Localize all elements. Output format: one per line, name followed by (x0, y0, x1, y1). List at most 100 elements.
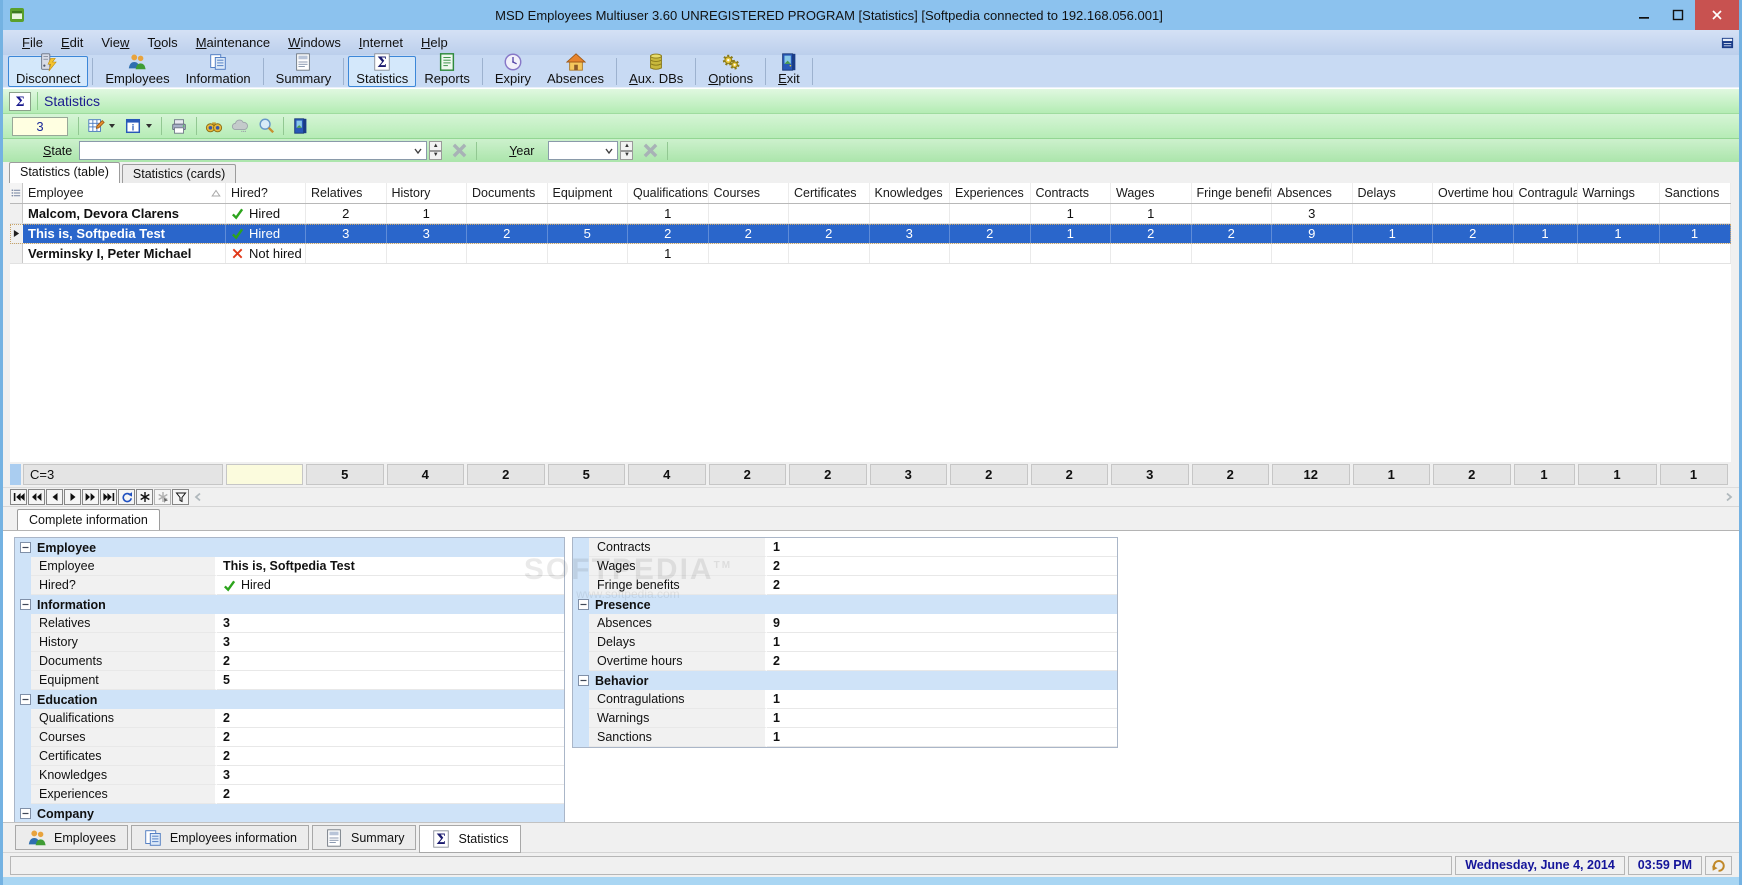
menu-item-internet[interactable]: Internet (350, 32, 412, 53)
nav-next-page-button[interactable] (82, 489, 99, 505)
section-header-education[interactable]: Education (15, 690, 564, 709)
nav-next-button[interactable] (64, 489, 81, 505)
column-header-wages[interactable]: Wages (1111, 183, 1192, 203)
toolbar-button-absences[interactable]: Absences (539, 52, 612, 87)
detail-indent-strip (15, 557, 31, 576)
column-header-experiences[interactable]: Experiences (950, 183, 1031, 203)
bottom-tab-employees[interactable]: Employees (15, 825, 128, 850)
section-header-behavior[interactable]: Behavior (573, 671, 1117, 690)
column-header-courses[interactable]: Courses (709, 183, 789, 203)
scroll-left-icon[interactable] (194, 492, 202, 502)
toolbar-button-disconnect[interactable]: Disconnect (8, 52, 89, 87)
state-clear-button[interactable] (446, 141, 472, 160)
column-header-contragulati[interactable]: Contragulati (1514, 183, 1578, 203)
print-button[interactable] (166, 116, 192, 137)
toolbar-button-statistics[interactable]: Σ Statistics (348, 52, 417, 87)
column-header-fringe-benefits[interactable]: Fringe benefits (1192, 183, 1272, 203)
menu-item-windows[interactable]: Windows (279, 32, 350, 53)
detail-label: Sanctions (589, 728, 767, 747)
tab-complete-information[interactable]: Complete information (17, 509, 160, 530)
nav-insert-button[interactable] (136, 489, 153, 505)
column-header-certificates[interactable]: Certificates (789, 183, 870, 203)
year-clear-button[interactable] (637, 141, 663, 160)
collapse-icon[interactable] (20, 694, 31, 705)
menu-item-help[interactable]: Help (412, 32, 457, 53)
nav-first-button[interactable] (10, 489, 27, 505)
bottom-tab-employees-information[interactable]: Employees information (130, 825, 309, 850)
nav-last-button[interactable] (100, 489, 117, 505)
tab-statistics-cards[interactable]: Statistics (cards) (121, 164, 237, 183)
mdi-window-icon[interactable] (1720, 36, 1735, 50)
menu-item-maintenance[interactable]: Maintenance (187, 32, 279, 53)
magnifier-button[interactable] (253, 116, 279, 137)
column-header-qualifications[interactable]: Qualifications (628, 183, 709, 203)
collapse-icon[interactable] (578, 675, 589, 686)
nav-prior-button[interactable] (46, 489, 63, 505)
column-header-employee[interactable]: Employee (23, 183, 226, 203)
column-header-history[interactable]: History (387, 183, 467, 203)
menu-item-view[interactable]: View (92, 32, 138, 53)
value-cell (387, 244, 467, 263)
column-header-sanctions[interactable]: Sanctions (1660, 183, 1731, 203)
column-header-hired[interactable]: Hired? (226, 183, 306, 203)
column-header-warnings[interactable]: Warnings (1578, 183, 1660, 203)
toolbar-button-employees[interactable]: Employees (97, 54, 177, 87)
row-selector[interactable] (10, 204, 23, 223)
detail-value: 1 (767, 538, 1117, 557)
collapse-icon[interactable] (20, 542, 31, 553)
collapse-icon[interactable] (20, 599, 31, 610)
state-combobox[interactable] (79, 141, 428, 160)
row-selector[interactable] (10, 244, 23, 263)
column-header-delays[interactable]: Delays (1353, 183, 1433, 203)
edit-grid-button[interactable] (83, 116, 120, 137)
minimize-button[interactable] (1627, 0, 1661, 30)
state-spinner[interactable]: ▲ ▼ (429, 141, 443, 160)
column-header-contracts[interactable]: Contracts (1031, 183, 1111, 203)
nav-prior-page-button[interactable] (28, 489, 45, 505)
toolbar-separator (765, 57, 767, 85)
column-header-knowledges[interactable]: Knowledges (870, 183, 950, 203)
section-header-employee[interactable]: Employee (15, 538, 564, 557)
menu-item-file[interactable]: File (13, 32, 52, 53)
close-button[interactable] (1695, 0, 1739, 30)
section-header-information[interactable]: Information (15, 595, 564, 614)
column-header-equipment[interactable]: Equipment (548, 183, 628, 203)
column-header-overtime-hours[interactable]: Overtime hours (1433, 183, 1514, 203)
collapse-icon[interactable] (20, 808, 31, 819)
table-row[interactable]: Verminsky I, Peter Michael Not hired 1 (10, 244, 1731, 264)
nav-filter-button[interactable] (172, 489, 189, 505)
scroll-right-icon[interactable] (1725, 492, 1733, 502)
toolbar-button-exit[interactable]: Exit (770, 52, 808, 87)
column-header-documents[interactable]: Documents (467, 183, 548, 203)
section-header-company[interactable]: Company (15, 804, 564, 822)
toolbar-button-reports[interactable]: Reports (416, 52, 478, 87)
info-card-button[interactable]: i (120, 116, 157, 137)
exit-door-button[interactable] (288, 116, 314, 137)
nav-refresh-button[interactable] (118, 489, 135, 505)
menu-item-edit[interactable]: Edit (52, 32, 92, 53)
toolbar-button-summary[interactable]: Summary (268, 52, 340, 87)
year-combobox[interactable] (548, 141, 619, 160)
toolbar-button-label: Aux. DBs (629, 70, 684, 86)
binoculars-button[interactable] (201, 116, 227, 137)
table-row[interactable]: Malcom, Devora Clarens Hired 2 1 1 1 1 3 (10, 204, 1731, 224)
column-header-relatives[interactable]: Relatives (306, 183, 387, 203)
toolbar-button-expiry[interactable]: Expiry (487, 53, 539, 87)
maximize-button[interactable] (1661, 0, 1695, 30)
tab-statistics-table[interactable]: Statistics (table) (9, 162, 120, 183)
toolbar-button-information[interactable]: Information (178, 53, 259, 87)
section-header-presence[interactable]: Presence (573, 595, 1117, 614)
status-refresh-icon[interactable] (1705, 855, 1732, 875)
menu-item-tools[interactable]: Tools (138, 32, 186, 53)
row-selector[interactable] (10, 224, 23, 243)
bottom-tab-summary[interactable]: Summary (312, 825, 417, 850)
svg-text:Σ: Σ (377, 55, 387, 71)
bottom-tab-statistics[interactable]: Σ Statistics (419, 825, 521, 853)
year-spinner[interactable]: ▲ ▼ (620, 141, 634, 160)
column-header-absences[interactable]: Absences (1272, 183, 1353, 203)
collapse-icon[interactable] (578, 599, 589, 610)
detail-label: Wages (589, 557, 767, 576)
toolbar-button-options[interactable]: Options (700, 54, 761, 87)
toolbar-button-aux-dbs[interactable]: Aux. DBs (621, 53, 691, 87)
table-row[interactable]: This is, Softpedia Test Hired 3 3 2 5 2 2 2 3 2 1 2 2… (10, 224, 1731, 244)
